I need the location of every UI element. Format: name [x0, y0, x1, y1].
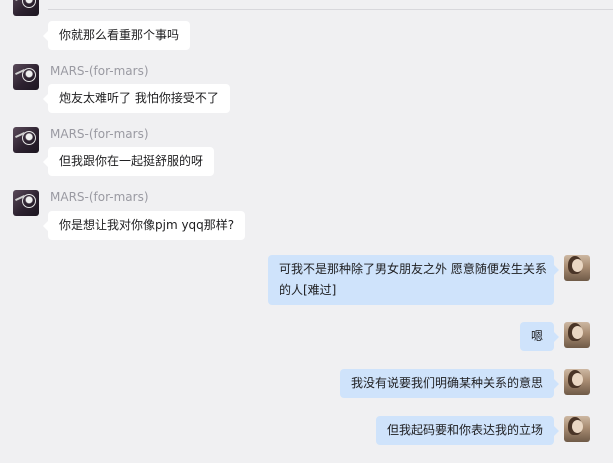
mars-avatar-icon[interactable] — [13, 190, 39, 216]
outgoing-message-bubble: 但我起码要和你表达我的立场 — [375, 416, 560, 445]
message-text-line: 可我不是那种除了男女朋友之外 愿意随便发生关系 — [279, 262, 547, 276]
incoming-message-bubble: 你是想让我对你像pjm yqq那样? — [42, 211, 246, 240]
mars-avatar-icon[interactable] — [13, 127, 39, 153]
mars-avatar-icon[interactable] — [13, 0, 39, 16]
outgoing-message-bubble: 可我不是那种除了男女朋友之外 愿意随便发生关系 的人[难过] — [268, 255, 559, 305]
message-text: 但我跟你在一起挺舒服的呀 — [59, 154, 204, 168]
message-text: 但我起码要和你表达我的立场 — [386, 423, 543, 437]
sender-name: MARS-(for-mars) — [50, 64, 149, 78]
mars-avatar-icon[interactable] — [13, 64, 39, 90]
user-avatar-icon[interactable] — [564, 416, 590, 442]
message-text: 炮友太难听了 我怕你接受不了 — [59, 91, 219, 105]
message-text: 你就那么看重那个事吗 — [59, 28, 180, 42]
message-text: 你是想让我对你像pjm yqq那样? — [59, 218, 235, 232]
message-text: 我没有说要我们明确某种关系的意思 — [350, 376, 543, 390]
outgoing-message-bubble: 嗯 — [519, 322, 560, 351]
chat-message-area[interactable]: 你就那么看重那个事吗 MARS-(for-mars) 炮友太难听了 我怕你接受不… — [0, 0, 613, 463]
sender-name: MARS-(for-mars) — [50, 127, 149, 141]
user-avatar-icon[interactable] — [564, 322, 590, 348]
user-avatar-icon[interactable] — [564, 255, 590, 281]
incoming-message-bubble: 炮友太难听了 我怕你接受不了 — [43, 84, 230, 113]
user-avatar-icon[interactable] — [564, 369, 590, 395]
outgoing-message-bubble: 我没有说要我们明确某种关系的意思 — [339, 369, 560, 398]
incoming-message-bubble: 你就那么看重那个事吗 — [42, 21, 191, 50]
message-text: 嗯 — [530, 329, 543, 343]
incoming-message-bubble: 但我跟你在一起挺舒服的呀 — [42, 147, 215, 176]
divider — [48, 9, 613, 10]
message-text-line: 的人[难过] — [279, 283, 337, 297]
sender-name: MARS-(for-mars) — [50, 190, 149, 204]
